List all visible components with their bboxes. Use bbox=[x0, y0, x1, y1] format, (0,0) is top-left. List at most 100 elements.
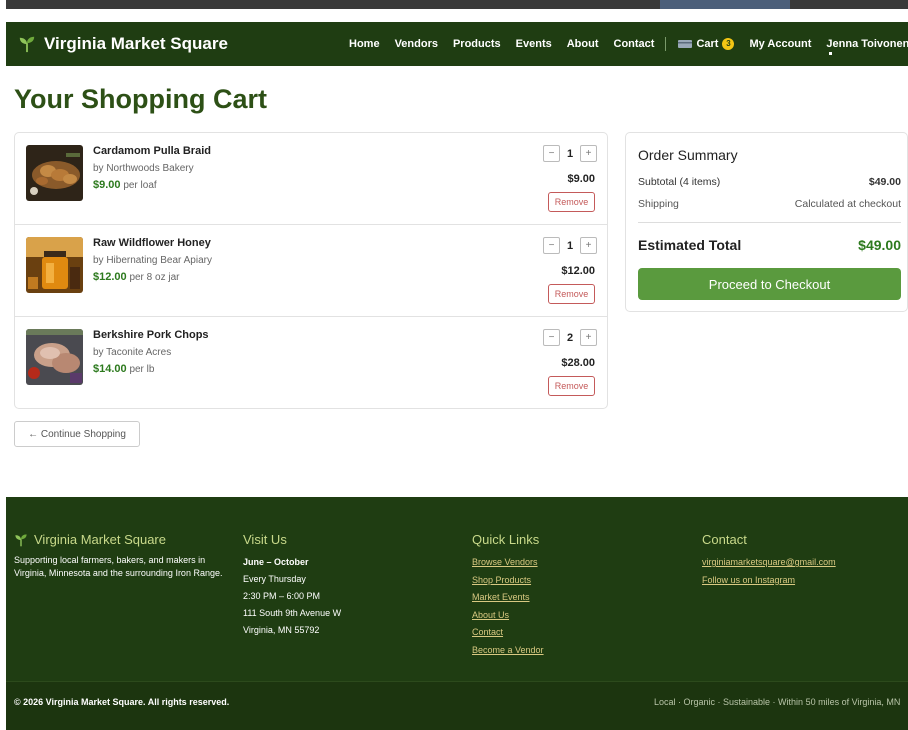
increase-quantity-button[interactable]: + bbox=[580, 145, 597, 162]
order-summary: Order Summary Subtotal (4 items) $49.00 … bbox=[625, 132, 908, 312]
footer-contact: Contact virginiamarketsquare@gmail.com F… bbox=[702, 532, 836, 589]
nav-events[interactable]: Events bbox=[516, 38, 552, 50]
decrease-quantity-button[interactable]: − bbox=[543, 329, 560, 346]
page-title: Your Shopping Cart bbox=[14, 84, 267, 114]
pork-chops-photo-icon bbox=[26, 329, 83, 385]
browser-top-strip bbox=[0, 0, 908, 22]
increase-quantity-button[interactable]: + bbox=[580, 237, 597, 254]
total-label: Estimated Total bbox=[638, 237, 742, 253]
honey-jar-photo-icon bbox=[26, 237, 83, 293]
nav-home[interactable]: Home bbox=[349, 38, 380, 50]
sprout-icon bbox=[15, 533, 27, 546]
product-price: $9.00 per loaf bbox=[93, 179, 157, 191]
visit-day: Every Thursday bbox=[243, 574, 306, 584]
product-thumbnail[interactable] bbox=[26, 145, 83, 201]
subtotal-row: Subtotal (4 items) $49.00 bbox=[638, 176, 901, 188]
quantity-stepper: − 1 + bbox=[543, 145, 597, 162]
browser-chrome-tab bbox=[660, 0, 790, 9]
footer-link-browse-vendors[interactable]: Browse Vendors bbox=[472, 554, 544, 572]
visit-street: 111 South 9th Avenue W bbox=[243, 608, 342, 618]
footer-about: Virginia Market Square Supporting local … bbox=[14, 532, 229, 580]
footer-instagram-link[interactable]: Follow us on Instagram bbox=[702, 572, 836, 590]
nav-products[interactable]: Products bbox=[453, 38, 501, 50]
visit-city: Virginia, MN 55792 bbox=[243, 625, 320, 635]
shipping-label: Shipping bbox=[638, 198, 679, 210]
visit-hours: 2:30 PM – 6:00 PM bbox=[243, 591, 321, 601]
brand-logo[interactable]: Virginia Market Square bbox=[18, 34, 228, 54]
continue-shopping-button[interactable]: ← Continue Shopping bbox=[14, 421, 140, 447]
decrease-quantity-button[interactable]: − bbox=[543, 237, 560, 254]
cart-count-badge: 3 bbox=[722, 38, 735, 50]
nav-my-account[interactable]: My Account bbox=[749, 38, 811, 50]
price-unit: per 8 oz jar bbox=[129, 272, 180, 283]
cart-items-list: Cardamom Pulla Braid by Northwoods Baker… bbox=[14, 132, 608, 409]
subtotal-value: $49.00 bbox=[868, 176, 901, 188]
footer-link-contact[interactable]: Contact bbox=[472, 624, 544, 642]
footer-brand-name: Virginia Market Square bbox=[34, 532, 166, 547]
product-price: $12.00 per 8 oz jar bbox=[93, 271, 179, 283]
product-name[interactable]: Berkshire Pork Chops bbox=[93, 329, 209, 341]
site-header: Virginia Market Square Home Vendors Prod… bbox=[6, 22, 908, 66]
quantity-value: 1 bbox=[566, 239, 574, 252]
product-vendor: by Hibernating Bear Apiary bbox=[93, 255, 212, 266]
footer-quick-links: Quick Links Browse Vendors Shop Products… bbox=[472, 532, 544, 659]
product-vendor: by Taconite Acres bbox=[93, 347, 172, 358]
footer-tagline: Local · Organic · Sustainable · Within 5… bbox=[654, 697, 901, 707]
shipping-row: Shipping Calculated at checkout bbox=[638, 198, 901, 210]
nav-cart[interactable]: Cart 3 bbox=[678, 38, 735, 50]
nav-about[interactable]: About bbox=[567, 38, 599, 50]
nav-vendors[interactable]: Vendors bbox=[395, 38, 438, 50]
bread-photo-icon bbox=[26, 145, 83, 201]
footer-email-link[interactable]: virginiamarketsquare@gmail.com bbox=[702, 554, 836, 572]
footer-link-become-vendor[interactable]: Become a Vendor bbox=[472, 642, 544, 660]
nav-contact[interactable]: Contact bbox=[614, 38, 655, 50]
increase-quantity-button[interactable]: + bbox=[580, 329, 597, 346]
footer-visit-title: Visit Us bbox=[243, 532, 287, 547]
order-summary-title: Order Summary bbox=[638, 147, 738, 163]
cart-item: Berkshire Pork Chops by Taconite Acres $… bbox=[15, 317, 607, 409]
remove-item-button[interactable]: Remove bbox=[548, 192, 595, 212]
price-amount: $12.00 bbox=[93, 271, 127, 283]
total-value: $49.00 bbox=[858, 237, 901, 253]
subtotal-label: Subtotal (4 items) bbox=[638, 176, 721, 188]
nav-divider bbox=[665, 37, 667, 51]
price-amount: $9.00 bbox=[93, 179, 121, 191]
product-thumbnail[interactable] bbox=[26, 329, 83, 385]
footer-link-shop-products[interactable]: Shop Products bbox=[472, 572, 544, 590]
visit-season: June – October bbox=[243, 557, 309, 567]
line-total: $12.00 bbox=[561, 265, 595, 277]
cart-label: Cart bbox=[696, 38, 719, 50]
footer-quick-links-title: Quick Links bbox=[472, 532, 540, 547]
line-total: $9.00 bbox=[567, 173, 595, 185]
remove-item-button[interactable]: Remove bbox=[548, 284, 595, 304]
price-amount: $14.00 bbox=[93, 363, 127, 375]
nav-user-menu[interactable]: Jenna Toivonen bbox=[826, 38, 908, 55]
footer-link-about-us[interactable]: About Us bbox=[472, 607, 544, 625]
product-name[interactable]: Cardamom Pulla Braid bbox=[93, 145, 211, 157]
product-name[interactable]: Raw Wildflower Honey bbox=[93, 237, 211, 249]
product-price: $14.00 per lb bbox=[93, 363, 154, 375]
checkout-button[interactable]: Proceed to Checkout bbox=[638, 268, 901, 300]
site-footer: Virginia Market Square Supporting local … bbox=[6, 497, 908, 730]
price-unit: per loaf bbox=[123, 180, 157, 191]
price-unit: per lb bbox=[129, 364, 155, 375]
sprout-icon bbox=[19, 36, 35, 53]
cart-item: Cardamom Pulla Braid by Northwoods Baker… bbox=[15, 133, 607, 225]
copyright-text: © 2026 Virginia Market Square. All right… bbox=[14, 697, 230, 707]
quantity-stepper: − 1 + bbox=[543, 237, 597, 254]
total-row: Estimated Total $49.00 bbox=[638, 237, 901, 253]
footer-brand: Virginia Market Square bbox=[14, 532, 229, 547]
product-vendor: by Northwoods Bakery bbox=[93, 163, 194, 174]
footer-bottom-bar: © 2026 Virginia Market Square. All right… bbox=[6, 681, 908, 730]
decrease-quantity-button[interactable]: − bbox=[543, 145, 560, 162]
footer-contact-title: Contact bbox=[702, 532, 747, 547]
quantity-stepper: − 2 + bbox=[543, 329, 597, 346]
summary-divider bbox=[638, 222, 901, 223]
product-thumbnail[interactable] bbox=[26, 237, 83, 293]
main-nav: Home Vendors Products Events About Conta… bbox=[349, 22, 908, 66]
remove-item-button[interactable]: Remove bbox=[548, 376, 595, 396]
quantity-value: 1 bbox=[566, 147, 574, 160]
footer-link-market-events[interactable]: Market Events bbox=[472, 589, 544, 607]
shipping-value: Calculated at checkout bbox=[794, 198, 901, 210]
footer-visit: Visit Us June – October Every Thursday 2… bbox=[243, 532, 341, 639]
